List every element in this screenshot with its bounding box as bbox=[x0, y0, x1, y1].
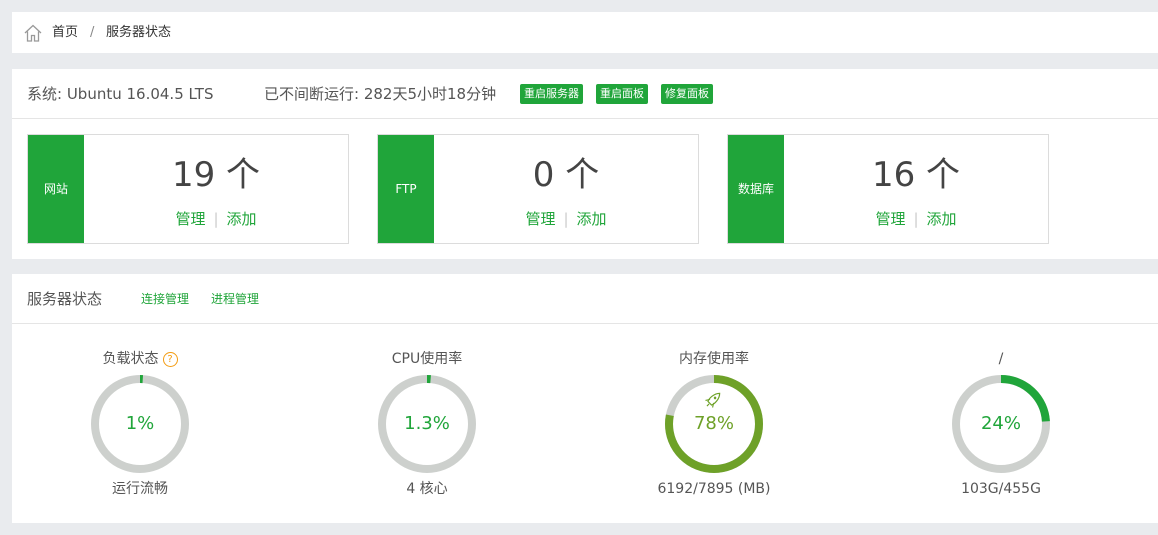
ftp-card: FTP 0 个 管理 | 添加 bbox=[377, 134, 699, 244]
help-icon[interactable]: ? bbox=[162, 352, 178, 367]
database-card: 数据库 16 个 管理 | 添加 bbox=[727, 134, 1049, 244]
os-info: 系统: Ubuntu 16.04.5 LTS bbox=[27, 85, 214, 103]
breadcrumb-home-link[interactable]: 首页 bbox=[52, 23, 78, 43]
memory-gauge-label: 内存使用率 bbox=[679, 351, 749, 367]
breadcrumb: 首页 / 服务器状态 bbox=[12, 12, 1158, 53]
disk-gauge-label: / bbox=[998, 351, 1004, 367]
uptime-info: 已不间断运行: 282天5小时18分钟 bbox=[264, 85, 497, 103]
database-manage-link[interactable]: 管理 bbox=[875, 210, 905, 228]
ftp-add-link[interactable]: 添加 bbox=[577, 210, 607, 228]
database-add-link[interactable]: 添加 bbox=[927, 210, 957, 228]
system-header: 系统: Ubuntu 16.04.5 LTS 已不间断运行: 282天5小时18… bbox=[12, 69, 1158, 119]
system-panel: 系统: Ubuntu 16.04.5 LTS 已不间断运行: 282天5小时18… bbox=[12, 69, 1158, 259]
process-manage-link[interactable]: 进程管理 bbox=[211, 291, 259, 307]
site-actions: 管理 | 添加 bbox=[84, 209, 348, 229]
separator: | bbox=[563, 210, 569, 228]
restart-panel-button[interactable]: 重启面板 bbox=[596, 84, 648, 104]
disk-gauge-sub: 103G/455G bbox=[961, 481, 1041, 497]
site-card-label: 网站 bbox=[28, 135, 84, 243]
breadcrumb-separator: / bbox=[90, 25, 95, 40]
site-manage-link[interactable]: 管理 bbox=[175, 210, 205, 228]
status-header: 服务器状态 连接管理 进程管理 bbox=[12, 274, 1158, 324]
home-icon[interactable] bbox=[23, 23, 43, 43]
breadcrumb-current: 服务器状态 bbox=[106, 25, 172, 40]
status-title: 服务器状态 bbox=[27, 290, 103, 308]
repair-panel-button[interactable]: 修复面板 bbox=[661, 84, 713, 104]
ftp-count: 0 个 bbox=[532, 155, 600, 195]
load-gauge-value: 1% bbox=[125, 413, 155, 434]
memory-gauge-value: 78% bbox=[693, 413, 734, 434]
ftp-actions: 管理 | 添加 bbox=[434, 209, 698, 229]
load-gauge[interactable]: 负载状态? 1% 运行流畅 bbox=[40, 346, 240, 506]
separator: | bbox=[213, 210, 219, 228]
site-count: 19 个 bbox=[171, 155, 261, 195]
ftp-manage-link[interactable]: 管理 bbox=[525, 210, 555, 228]
server-status-panel: 服务器状态 连接管理 进程管理 负载状态? 1% 运行流畅 CPU使用率 1.3… bbox=[12, 274, 1158, 523]
separator: | bbox=[913, 210, 919, 228]
ftp-card-label: FTP bbox=[378, 135, 434, 243]
cpu-gauge-sub: 4 核心 bbox=[406, 481, 448, 497]
disk-gauge-value: 24% bbox=[980, 413, 1021, 434]
cpu-gauge-label: CPU使用率 bbox=[391, 351, 463, 367]
database-count: 16 个 bbox=[871, 155, 961, 195]
cpu-gauge-value: 1.3% bbox=[404, 413, 450, 434]
database-card-label: 数据库 bbox=[728, 135, 784, 243]
database-actions: 管理 | 添加 bbox=[784, 209, 1048, 229]
site-add-link[interactable]: 添加 bbox=[227, 210, 257, 228]
disk-gauge[interactable]: / 24% 103G/455G bbox=[901, 346, 1101, 506]
memory-gauge-sub: 6192/7895 (MB) bbox=[657, 481, 771, 497]
site-card: 网站 19 个 管理 | 添加 bbox=[27, 134, 349, 244]
memory-gauge[interactable]: 内存使用率 78% 6192/7895 (MB) bbox=[614, 346, 814, 506]
cpu-gauge[interactable]: CPU使用率 1.3% 4 核心 bbox=[327, 346, 527, 506]
restart-server-button[interactable]: 重启服务器 bbox=[520, 84, 583, 104]
load-gauge-label: 负载状态 bbox=[102, 351, 159, 367]
load-gauge-title: 负载状态? bbox=[40, 350, 240, 368]
load-gauge-sub: 运行流畅 bbox=[112, 481, 168, 497]
connection-manage-link[interactable]: 连接管理 bbox=[141, 291, 189, 307]
